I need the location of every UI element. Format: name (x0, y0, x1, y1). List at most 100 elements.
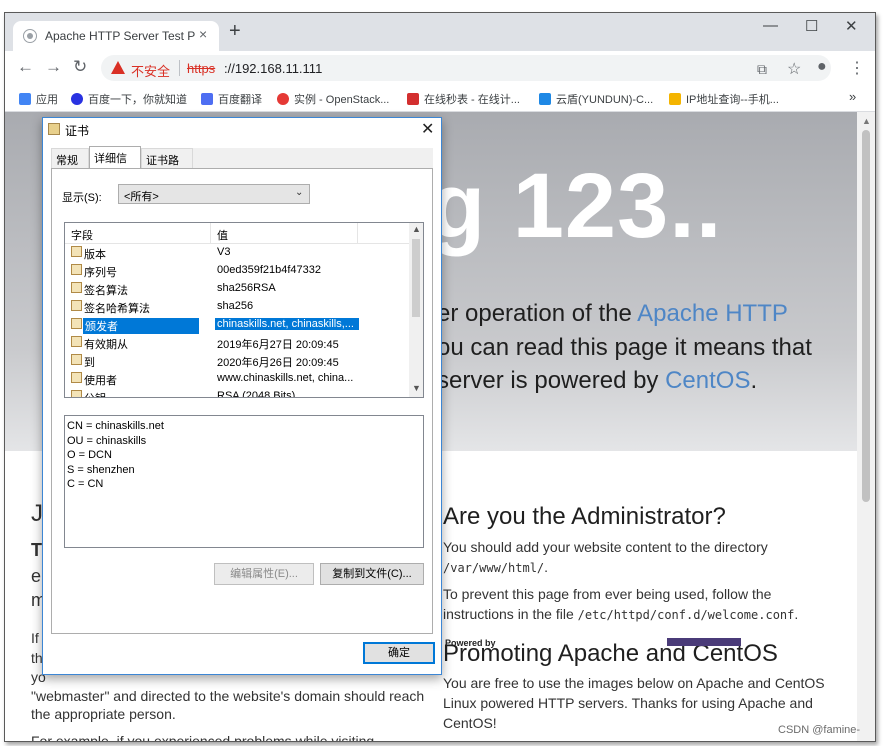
copy-to-file-button[interactable]: 复制到文件(C)... (320, 563, 424, 585)
list-scroll-thumb[interactable] (412, 239, 420, 317)
minimize-icon[interactable]: — (763, 17, 778, 34)
admin-heading: Are you the Administrator? (443, 503, 726, 530)
left-webmaster-line: "webmaster" and directed to the website'… (31, 688, 425, 704)
field-icon (71, 246, 82, 257)
bookmark-stopwatch[interactable]: 在线秒表 - 在线计... (407, 91, 520, 107)
window-close-icon[interactable]: ✕ (845, 17, 858, 35)
list-scrollbar[interactable]: ▲ ▼ (409, 223, 423, 397)
list-item[interactable]: 有效期从 2019年6月27日 20:09:45 (65, 333, 409, 351)
page-scrollbar[interactable]: ▲ (857, 112, 875, 741)
detail-line: C = CN (67, 478, 104, 490)
profile-icon[interactable]: ● (817, 58, 827, 76)
field-icon (71, 282, 82, 293)
address-bar[interactable]: 不安全 https ://192.168.11.111 ⧉ ☆ (101, 55, 831, 81)
globe-icon (23, 29, 37, 43)
bookmark-yundun[interactable]: 云盾(YUNDUN)-C... (539, 91, 653, 107)
tab-apache-test-page[interactable]: Apache HTTP Server Test Page × (13, 21, 219, 51)
left-text-fragment-th: th (31, 650, 43, 666)
welcome-conf-path: /etc/httpd/conf.d/welcome.conf (577, 608, 795, 622)
field-detail-box[interactable]: CN = chinaskills.net OU = chinaskills O … (64, 415, 424, 548)
csdn-watermark: CSDN @famine- (778, 724, 861, 736)
show-dropdown[interactable]: <所有> ⌄ (118, 184, 310, 204)
new-tab-button[interactable]: + (229, 20, 241, 43)
url-scheme: https (187, 61, 216, 76)
html-dir-path: /var/www/html/ (443, 561, 545, 575)
left-text-fragment-t: T (31, 540, 42, 560)
baidu-paw-icon (71, 93, 83, 105)
list-item[interactable]: 使用者 www.chinaskills.net, china... (65, 369, 409, 387)
tab-cert-path[interactable]: 证书路径 (141, 148, 193, 183)
field-icon (71, 354, 82, 365)
scroll-up-icon[interactable]: ▲ (862, 116, 871, 126)
forward-icon[interactable]: → (45, 57, 62, 77)
list-item[interactable]: 签名哈希算法 sha256 (65, 297, 409, 315)
edit-properties-button[interactable]: 编辑属性(E)... (214, 563, 314, 585)
bookmark-openstack[interactable]: 实例 - OpenStack... (277, 91, 389, 107)
field-icon (71, 264, 82, 275)
security-label[interactable]: 不安全 (131, 61, 170, 80)
tab-close-icon[interactable]: × (199, 26, 207, 42)
detail-line: S = shenzhen (67, 463, 135, 476)
dialog-close-icon[interactable]: ✕ (421, 119, 434, 139)
browser-toolbar: ← → ↻ 不安全 https ://192.168.11.111 ⧉ ☆ ● … (5, 51, 875, 85)
tab-title: Apache HTTP Server Test Page (45, 29, 195, 43)
list-item[interactable]: 版本 V3 (65, 243, 409, 261)
certificate-icon (48, 123, 60, 135)
list-header: 字段 值 (65, 223, 409, 244)
ok-button[interactable]: 确定 (363, 642, 435, 664)
promo-paragraph: You are free to use the images below on … (443, 675, 825, 731)
apache-http-link[interactable]: Apache HTTP (637, 300, 788, 327)
col-field-header[interactable]: 字段 (71, 227, 93, 243)
left-example-line: For example, if you experienced problems… (31, 733, 375, 741)
powered-by-badge: Powered by (445, 638, 496, 648)
left-person-line: the appropriate person. (31, 706, 176, 722)
menu-icon[interactable]: ⋮ (849, 58, 865, 78)
hero-title: g 123.. (429, 155, 723, 257)
translate-icon[interactable]: ⧉ (757, 61, 767, 78)
list-item[interactable]: 到 2020年6月26日 20:09:45 (65, 351, 409, 369)
bookmark-baidu-translate[interactable]: 百度翻译 (201, 91, 262, 107)
back-icon[interactable]: ← (17, 57, 34, 77)
list-item[interactable]: 序列号 00ed359f21b4f47332 (65, 261, 409, 279)
centos-link[interactable]: CentOS (665, 367, 750, 394)
openstack-icon (277, 93, 289, 105)
list-item[interactable]: 公钥RSA (2048 Bits) (65, 387, 409, 397)
detail-line: OU = chinaskills (67, 434, 147, 447)
stopwatch-icon (407, 93, 419, 105)
col-value-header[interactable]: 值 (217, 227, 228, 243)
list-item[interactable]: 签名算法 sha256RSA (65, 279, 409, 297)
field-list[interactable]: 字段 值 版本 V3 序列号 00ed359f21b4f47332 签名算法 sha2… (64, 222, 424, 398)
field-icon (71, 318, 82, 329)
bookmarks-bar: 应用 百度一下，你就知道 百度翻译 实例 - OpenStack... 在线秒表… (5, 85, 875, 112)
yundun-icon (539, 93, 551, 105)
bookmark-baidu[interactable]: 百度一下，你就知道 (71, 91, 187, 107)
maximize-icon[interactable]: ☐ (805, 17, 818, 35)
details-panel: 显示(S): <所有> ⌄ 字段 值 版本 V3 序列号 00ed359f21b4f… (51, 168, 433, 634)
reload-icon[interactable]: ↻ (73, 57, 87, 77)
list-item-selected[interactable]: 颁发者 chinaskills.net, chinaskills,... (65, 315, 409, 334)
show-label: 显示(S): (62, 192, 102, 204)
chevron-down-icon: ⌄ (295, 187, 304, 198)
scroll-thumb[interactable] (862, 130, 870, 502)
dialog-body: 常规 详细信息 证书路径 显示(S): <所有> ⌄ 字段 值 版本V3 序列号… (51, 146, 433, 634)
scroll-up-icon[interactable]: ▲ (412, 224, 421, 234)
apps-grid-icon (19, 93, 31, 105)
more-bookmarks-icon[interactable]: » (849, 89, 856, 104)
certificate-dialog: 证书 ✕ 常规 详细信息 证书路径 显示(S): <所有> ⌄ 字段 值 版本V… (42, 117, 442, 675)
dialog-title: 证书 (65, 124, 90, 138)
field-icon (71, 300, 82, 311)
centos-logo-badge (667, 638, 741, 646)
star-icon[interactable]: ☆ (787, 59, 801, 79)
scroll-down-icon[interactable]: ▼ (412, 383, 421, 393)
bookmark-apps[interactable]: 应用 (19, 91, 58, 107)
tab-details[interactable]: 详细信息 (89, 146, 141, 181)
hero-line-3: server is powered by CentOS. (437, 367, 758, 394)
dialog-titlebar: 证书 ✕ (43, 118, 441, 140)
admin-paragraph-2: To prevent this page from ever being use… (443, 586, 799, 622)
baidu-translate-icon (201, 93, 213, 105)
bookmark-ip-query[interactable]: IP地址查询--手机... (669, 91, 779, 107)
hero-line-2: ou can read this page it means that (437, 334, 812, 361)
address-divider (179, 60, 180, 76)
tab-general[interactable]: 常规 (51, 148, 89, 168)
left-text-fragment-if: If (31, 630, 39, 646)
